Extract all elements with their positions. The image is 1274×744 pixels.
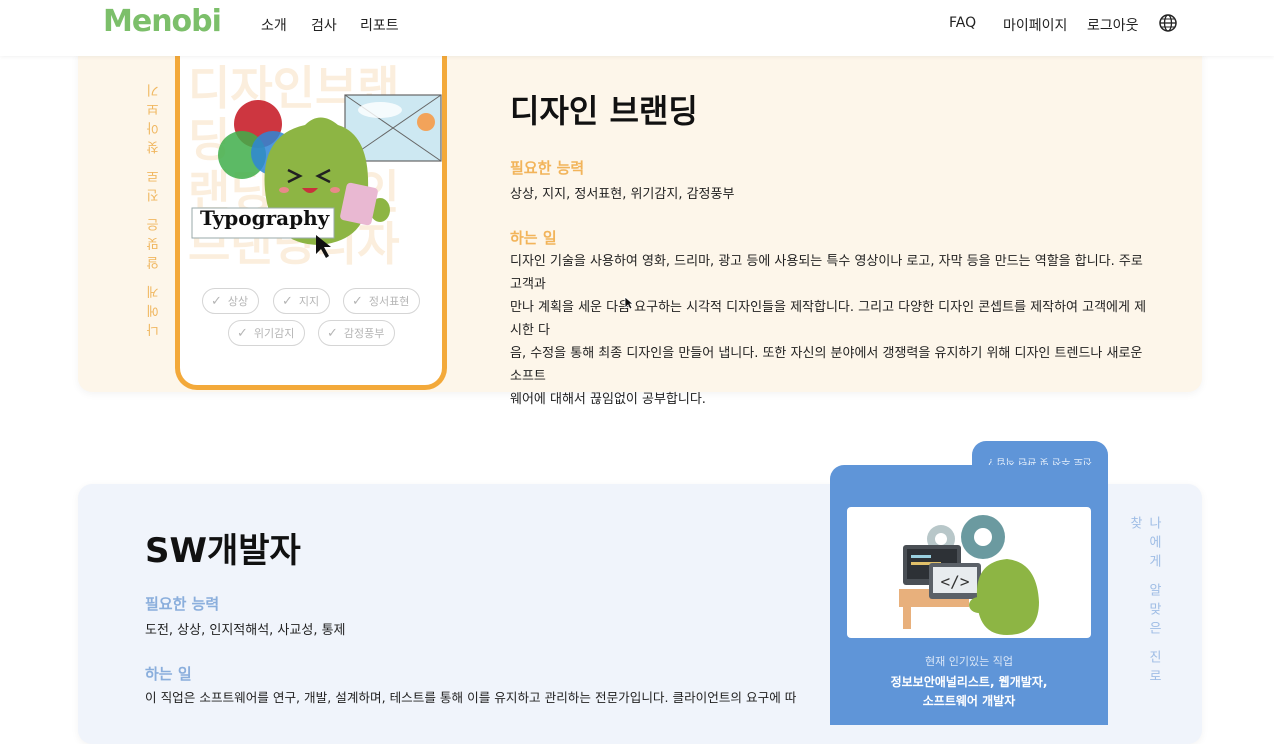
- chip-label: 정서표현: [368, 295, 410, 308]
- check-icon: ✓: [327, 326, 338, 341]
- check-icon: ✓: [282, 294, 293, 309]
- desc-line: 디자인 기술을 사용하여 영화, 드리마, 광고 등에 사용되는 특수 영상이나…: [510, 254, 1143, 292]
- work-description: 디자인 기술을 사용하여 영화, 드리마, 광고 등에 사용되는 특수 영상이나…: [510, 250, 1150, 411]
- chip-label: 상상: [227, 295, 249, 308]
- nav-test[interactable]: 검사: [311, 15, 337, 35]
- nav-logout[interactable]: 로그아웃: [1087, 15, 1139, 35]
- typography-label: Typography: [200, 206, 330, 230]
- logo[interactable]: Menobi: [103, 4, 222, 39]
- desc-line: 음, 수정을 통해 최종 디자인을 만들어 냅니다. 또한 자신의 분야에서 갱…: [510, 346, 1143, 384]
- abilities-label: 필요한 능력: [145, 595, 220, 613]
- check-icon: ✓: [352, 294, 363, 309]
- ability-chip: ✓ 감정풍부: [318, 320, 396, 346]
- globe-icon[interactable]: [1158, 13, 1178, 33]
- ability-chip: ✓ 위기감지: [228, 320, 306, 346]
- popular-jobs-list: 정보보안애널리스트, 웹개발자, 소프트웨어 개발자: [830, 673, 1108, 711]
- side-caption: 나에게 알맞은 진로 찾: [1127, 516, 1161, 689]
- chip-label: 감정풍부: [343, 327, 385, 340]
- popular-jobs-label: 현재 인기있는 직업: [925, 655, 1013, 668]
- desc-line: 만나 계획을 세운 다음 요구하는 시각적 디자인들을 제작합니다. 그리고 다…: [510, 300, 1147, 338]
- job-illustration-frame: 디자인브랜 딩 랜딩디자인 브랜딩디자 Typography ✓상상 ✓지지 ✓…: [175, 40, 447, 390]
- check-icon: ✓: [211, 294, 222, 309]
- job-title: SW개발자: [145, 531, 301, 571]
- abilities-list: 도전, 상상, 인지적해석, 사교성, 통제: [145, 623, 346, 638]
- ability-chip: ✓ 지지: [273, 288, 331, 314]
- popular-job-line: 소프트웨어 개발자: [922, 694, 1016, 708]
- ability-chip: ✓ 상상: [202, 288, 260, 314]
- work-label: 하는 일: [145, 665, 192, 683]
- nav-report[interactable]: 리포트: [360, 15, 399, 35]
- popular-job-line: 정보보안애널리스트, 웹개발자,: [890, 675, 1048, 689]
- top-header: Menobi 소개 검사 리포트 FAQ 마이페이지 로그아웃: [0, 0, 1274, 56]
- mascot-designer-illustration: [191, 94, 442, 258]
- mascot-developer-illustration: </>: [899, 515, 1039, 635]
- ability-chip: ✓ 정서표현: [343, 288, 421, 314]
- developer-illustration-box: </>: [847, 507, 1091, 638]
- svg-text:</>: </>: [941, 572, 970, 591]
- work-label: 하는 일: [510, 229, 557, 247]
- desc-line: 웨어에 대해서 끊임없이 공부합니다.: [510, 392, 706, 407]
- side-caption: 나에게 알맞은 진로 찾아보기: [147, 78, 162, 337]
- check-icon: ✓: [237, 326, 248, 341]
- abilities-list: 상상, 지지, 정서표현, 위기감지, 감정풍부: [510, 187, 735, 202]
- chip-label: 위기감지: [253, 327, 295, 340]
- work-description: 이 직업은 소프트웨어를 연구, 개발, 설계하며, 테스트를 통해 이를 유지…: [145, 690, 797, 705]
- abilities-label: 필요한 능력: [510, 159, 585, 177]
- mouse-cursor-icon: [624, 296, 634, 310]
- nav-faq[interactable]: FAQ: [949, 15, 976, 31]
- job-title: 디자인 브랜딩: [510, 92, 698, 130]
- nav-about[interactable]: 소개: [261, 15, 287, 35]
- chip-label: 지지: [298, 295, 320, 308]
- nav-mypage[interactable]: 마이페이지: [1003, 15, 1067, 35]
